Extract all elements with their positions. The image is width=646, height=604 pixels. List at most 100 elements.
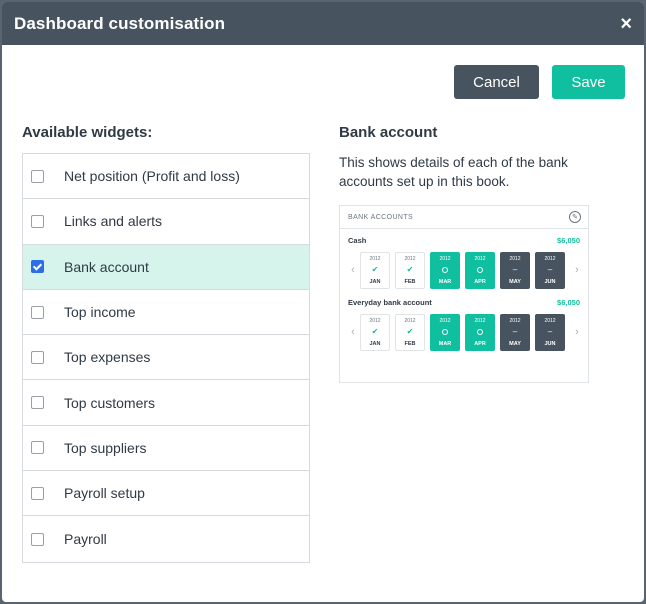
month-label: MAR [438,340,452,347]
widget-item[interactable]: Top customers [23,380,309,426]
check-icon: ✔ [406,265,414,274]
month-label: APR [474,278,486,285]
dash-icon: – [512,265,518,274]
widget-label: Payroll [64,531,107,548]
dialog-titlebar: Dashboard customisation × [2,2,644,45]
widget-checkbox[interactable] [31,305,44,319]
month-year: 2012 [369,255,381,262]
check-icon: ✔ [371,327,379,336]
month-label: JAN [369,340,381,347]
cancel-button[interactable]: Cancel [454,65,539,99]
widget-label: Top suppliers [64,439,147,456]
preview-month-cell: 2012 MAR [430,251,460,289]
bank-accounts-preview: BANK ACCOUNTS ✎ Cash $6,050 ‹ 2012 ✔ JAN 2012 ✔… [339,205,589,383]
wrench-icon: ✎ [569,211,581,223]
preview-month-cell: 2012 APR [465,251,495,289]
available-widgets-heading: Available widgets: [22,124,153,141]
preview-account-name: Cash [348,235,367,245]
widget-checkbox[interactable] [31,260,44,274]
preview-month-cell: 2012 – MAY [500,251,530,289]
preview-header: BANK ACCOUNTS ✎ [340,206,588,229]
preview-month-cell: 2012 – JUN [535,251,565,289]
month-year: 2012 [439,255,451,262]
widget-item[interactable]: Bank account [23,244,309,290]
month-label: JUN [544,278,556,285]
widget-item[interactable]: Payroll [23,516,309,561]
dialog-title: Dashboard customisation [14,13,226,33]
widget-label: Payroll setup [64,485,145,502]
preview-month-cell: 2012 ✔ FEB [395,313,425,351]
chevron-left-icon[interactable]: ‹ [346,264,360,276]
month-year: 2012 [404,317,416,324]
circle-icon [477,329,483,335]
month-label: MAY [509,278,521,285]
circle-icon [477,267,483,273]
preview-account-amount: $6,050 [557,235,580,245]
month-label: FEB [404,340,416,347]
chevron-left-icon[interactable]: ‹ [346,326,360,338]
widget-label: Top income [64,304,136,321]
preview-month-cell: 2012 – JUN [535,313,565,351]
widget-item[interactable]: Top suppliers [23,426,309,472]
preview-month-cell: 2012 APR [465,313,495,351]
widget-checkbox[interactable] [31,214,44,228]
dash-icon: – [512,327,518,336]
month-label: JAN [369,278,381,285]
preview-month-cell: 2012 – MAY [500,313,530,351]
dash-icon: – [547,265,553,274]
widget-item[interactable]: Links and alerts [23,199,309,245]
dialog-actions: Cancel Save [454,65,625,99]
month-year: 2012 [474,317,486,324]
preview-month-cell: 2012 MAR [430,313,460,351]
preview-accounts: Cash $6,050 ‹ 2012 ✔ JAN 2012 ✔ FEB 2012 MAR 2012 AP… [340,231,588,353]
preview-month-cell: 2012 ✔ FEB [395,251,425,289]
circle-icon [442,329,448,335]
month-year: 2012 [544,255,556,262]
month-label: MAY [509,340,521,347]
month-year: 2012 [544,317,556,324]
preview-month-cell: 2012 ✔ JAN [360,251,390,289]
month-year: 2012 [509,317,521,324]
preview-account-name: Everyday bank account [348,297,432,307]
widget-label: Top customers [64,394,156,411]
widget-checkbox[interactable] [31,532,44,546]
widget-checkbox[interactable] [31,169,44,183]
widget-checkbox[interactable] [31,441,44,455]
widget-checkbox[interactable] [31,486,44,500]
widget-item[interactable]: Payroll setup [23,471,309,517]
preview-account-amount: $6,050 [557,297,580,307]
dashboard-customisation-dialog: Dashboard customisation × Cancel Save Av… [2,2,644,602]
widget-list: Net position (Profit and loss) Links and … [22,153,310,563]
widget-item[interactable]: Net position (Profit and loss) [23,154,309,200]
check-icon: ✔ [371,265,379,274]
widget-item[interactable]: Top expenses [23,335,309,381]
check-icon: ✔ [406,327,414,336]
widget-label: Top expenses [64,349,151,366]
save-button[interactable]: Save [552,65,625,99]
month-label: FEB [404,278,416,285]
dash-icon: – [547,327,553,336]
widget-label: Bank account [64,258,149,275]
month-year: 2012 [439,317,451,324]
widget-detail-description: This shows details of each of the bank a… [339,155,568,189]
widget-checkbox[interactable] [31,350,44,364]
month-label: JUN [544,340,556,347]
month-year: 2012 [509,255,521,262]
preview-month-strip: ‹ 2012 ✔ JAN 2012 ✔ FEB 2012 MAR 2012 APR 2012– MAY 2… [340,311,588,353]
month-year: 2012 [369,317,381,324]
close-icon[interactable]: × [620,14,632,34]
widget-label: Net position (Profit and loss) [64,168,240,185]
preview-title: BANK ACCOUNTS [348,213,414,221]
widget-checkbox[interactable] [31,396,44,410]
preview-month-cell: 2012 ✔ JAN [360,313,390,351]
widget-label: Links and alerts [64,213,163,230]
widget-detail-heading: Bank account [339,124,438,141]
month-label: MAR [438,278,452,285]
preview-month-strip: ‹ 2012 ✔ JAN 2012 ✔ FEB 2012 MAR 2012 APR 2012– MAY 2… [340,249,588,291]
circle-icon [442,267,448,273]
widget-item[interactable]: Top income [23,290,309,336]
chevron-right-icon[interactable]: › [570,264,584,276]
month-label: APR [474,340,486,347]
preview-account-row: Everyday bank account $6,050 [340,293,588,311]
chevron-right-icon[interactable]: › [570,326,584,338]
